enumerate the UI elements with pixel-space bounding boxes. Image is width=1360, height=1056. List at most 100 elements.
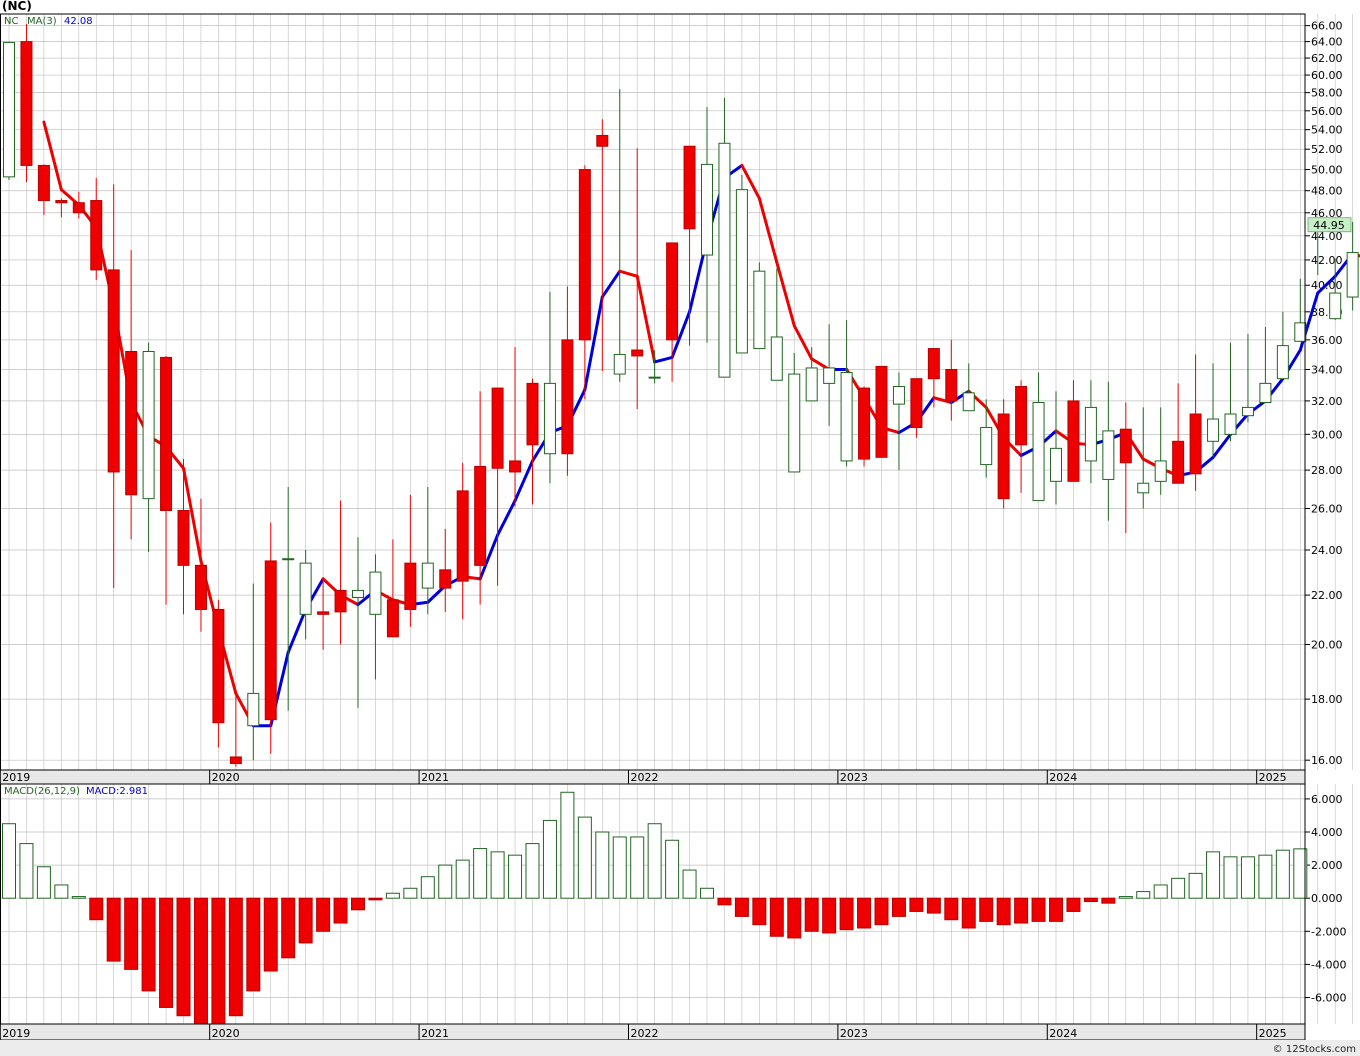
candle-body <box>369 571 382 615</box>
price-tick-label: 58.00 <box>1311 87 1343 100</box>
candle-body <box>1276 345 1289 380</box>
price-tick-label: 24.00 <box>1311 544 1343 557</box>
macd-bar <box>141 897 156 992</box>
candle-body <box>1346 252 1359 298</box>
candle-body <box>788 373 801 473</box>
candle-body <box>37 164 50 202</box>
price-year-label: 2024 <box>1049 771 1077 784</box>
macd-bar <box>1083 897 1098 903</box>
candle-body <box>404 562 417 610</box>
macd-bar <box>700 887 714 899</box>
macd-bar <box>857 897 872 929</box>
macd-bar <box>176 897 191 1017</box>
macd-bar <box>979 897 994 922</box>
price-year-label: 2020 <box>212 771 240 784</box>
candle-body <box>90 200 103 271</box>
macd-bar <box>298 897 313 944</box>
candle-body <box>1119 428 1132 464</box>
macd-year-label: 2021 <box>421 1027 449 1040</box>
candle-body <box>212 608 225 724</box>
macd-bar <box>263 897 278 972</box>
symbol-label: NC <box>4 16 19 27</box>
candle-body <box>439 569 452 589</box>
price-year-label: 2019 <box>2 771 30 784</box>
candle-body <box>125 350 138 496</box>
macd-bar <box>769 897 784 937</box>
price-tick-label: 36.00 <box>1311 334 1343 347</box>
footer-strip <box>0 1040 1360 1056</box>
candle-body <box>1241 406 1254 417</box>
macd-tick-label: 0.000 <box>1311 892 1343 905</box>
macd-bar <box>211 897 226 1025</box>
price-tick-label: 50.00 <box>1311 164 1343 177</box>
macd-year-label: 2025 <box>1259 1027 1287 1040</box>
macd-bar <box>996 897 1011 926</box>
macd-bar <box>36 866 51 899</box>
macd-bar <box>682 869 697 899</box>
candle-body <box>1050 447 1062 482</box>
price-tick-label: 66.00 <box>1311 20 1343 33</box>
chart-title: (NC) <box>2 0 32 13</box>
candle-body <box>648 376 661 379</box>
candle-body <box>823 367 836 384</box>
macd-tick-label: 4.000 <box>1311 826 1343 839</box>
candle-body <box>770 336 783 381</box>
macd-bar <box>19 843 34 899</box>
candle-body <box>177 510 190 566</box>
macd-bar <box>612 836 627 899</box>
candle-body <box>142 350 155 500</box>
macd-label: MACD(26,12,9) <box>4 786 80 797</box>
macd-bar <box>595 831 610 899</box>
candle-body <box>701 163 713 256</box>
candle-body <box>578 169 591 341</box>
price-year-label: 2023 <box>840 771 868 784</box>
macd-bar <box>560 791 575 899</box>
macd-bar <box>1031 897 1046 922</box>
macd-bar <box>228 897 243 1017</box>
chart-canvas: 66.00 64.00 62.00 60.00 58.00 56.00 54.00 52.00… <box>0 0 1360 1056</box>
candle-body <box>561 339 574 455</box>
macd-bar <box>351 897 365 911</box>
candle-body <box>1207 418 1220 442</box>
candle-body <box>194 564 207 610</box>
macd-value-label: MACD:2.981 <box>86 786 148 797</box>
candle-body <box>892 386 905 405</box>
macd-bar <box>961 897 976 929</box>
macd-bar <box>665 839 680 899</box>
candle-body <box>613 353 626 375</box>
macd-bar <box>822 897 837 934</box>
macd-bar <box>577 816 592 899</box>
macd-bar <box>717 897 732 906</box>
macd-year-label: 2020 <box>212 1027 240 1040</box>
macd-bar <box>734 897 749 917</box>
candle-body <box>509 460 522 473</box>
macd-bar <box>1049 897 1063 922</box>
candle-body <box>1329 292 1342 320</box>
candle-body <box>1224 413 1237 435</box>
candle-body <box>962 392 975 412</box>
macd-bar <box>1066 897 1081 912</box>
macd-bar <box>124 897 139 970</box>
macd-tick-label: 2.000 <box>1311 859 1343 872</box>
candle-body <box>945 368 958 402</box>
macd-bar <box>54 884 69 899</box>
candle-body <box>683 145 696 230</box>
macd-bar <box>525 843 540 899</box>
macd-bar <box>647 823 662 899</box>
macd-tick-label: 6.000 <box>1311 793 1343 806</box>
candle-body <box>421 562 434 589</box>
candle-body <box>666 242 679 341</box>
candle-body <box>753 270 766 350</box>
candle-body <box>875 365 888 458</box>
candle-body <box>1294 322 1307 342</box>
macd-year-label: 2022 <box>630 1027 658 1040</box>
macd-bar <box>630 836 645 899</box>
candle-body <box>55 200 68 204</box>
macd-bar <box>71 896 86 899</box>
price-tick-label: 64.00 <box>1311 36 1343 49</box>
price-tick-label: 18.00 <box>1311 693 1343 706</box>
macd-bar <box>891 897 906 917</box>
candle-body <box>980 426 993 466</box>
price-tick-label: 56.00 <box>1311 105 1343 118</box>
macd-bar <box>490 851 505 899</box>
